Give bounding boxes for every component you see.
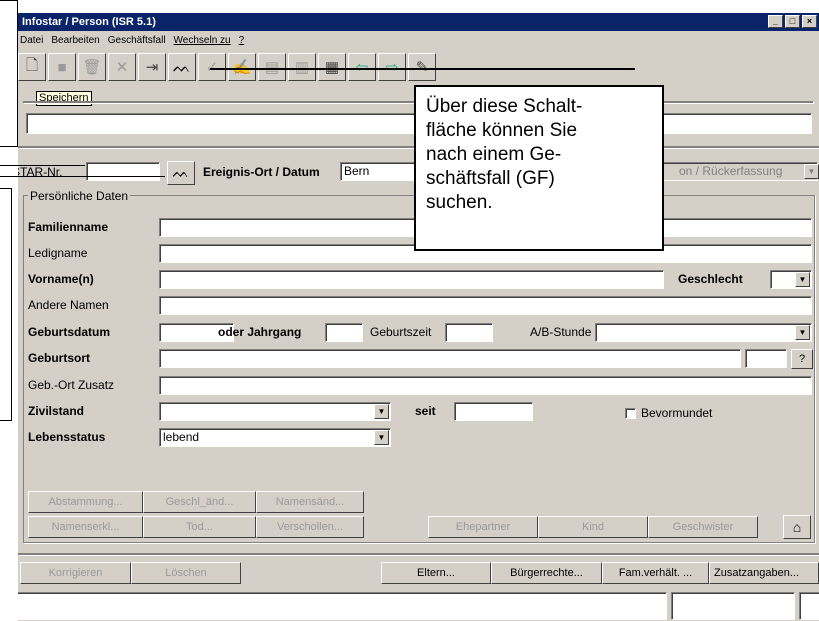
geburtsdatum-label: Geburtsdatum xyxy=(28,325,111,339)
verschollen-button[interactable]: Verschollen... xyxy=(256,516,364,538)
menu-bar: Datei Bearbeiten Geschäftsfall Wechseln … xyxy=(18,32,244,50)
maximize-button[interactable]: □ xyxy=(785,15,800,28)
checkmark-icon[interactable]: ✓ xyxy=(198,53,226,81)
geburtsort-input[interactable] xyxy=(159,349,741,368)
vorname-input[interactable] xyxy=(159,270,664,289)
callout-leader-line xyxy=(210,68,635,70)
status-bar-main xyxy=(18,592,667,620)
home-button[interactable]: ⌂ xyxy=(783,515,811,539)
callout-line-3: nach einem Ge- xyxy=(426,144,562,165)
save-icon[interactable]: ■ xyxy=(48,53,76,81)
ledigname-label: Ledigname xyxy=(28,246,88,260)
clipboard-icon[interactable]: ▥ xyxy=(288,53,316,81)
eltern-button[interactable]: Eltern... xyxy=(381,562,491,584)
left-bracket-vertical xyxy=(11,188,12,421)
tod-button[interactable]: Tod... xyxy=(143,516,256,538)
geb-ort-zusatz-label: Geb.-Ort Zusatz xyxy=(28,378,115,392)
korrigieren-button[interactable]: Korrigieren xyxy=(20,562,131,584)
menu-geschaeftsfall[interactable]: Geschäftsfall xyxy=(108,32,166,50)
tooltip: Speichern xyxy=(36,91,92,106)
erfassung-combo[interactable]: on / Rückerfassung xyxy=(638,162,818,181)
lebensstatus-select[interactable]: lebend xyxy=(159,428,391,447)
callout-line-1: Über diese Schalt- xyxy=(426,96,583,117)
binoculars-icon[interactable]: ᨓ xyxy=(168,53,196,81)
star-nr-label: STAR-Nr. xyxy=(18,165,63,179)
calculator-icon[interactable]: ▦ xyxy=(318,53,346,81)
annotation-frame-bottom xyxy=(0,146,18,147)
star-nr-input[interactable] xyxy=(86,162,160,181)
sign-icon[interactable]: ✍ xyxy=(228,53,256,81)
geb-ort-zusatz-input[interactable] xyxy=(159,376,812,395)
title-bar: Infostar / Person (ISR 5.1) _ □ × xyxy=(18,13,819,31)
abstammung-button[interactable]: Abstammung... xyxy=(28,491,143,513)
star-pointer-line-2 xyxy=(0,176,165,177)
zivilstand-select[interactable] xyxy=(159,402,391,421)
geschl-aend-button[interactable]: Geschl_änd... xyxy=(143,491,256,513)
minimize-button[interactable]: _ xyxy=(768,15,783,28)
status-bar-right xyxy=(799,592,819,620)
geburtsort-label: Geburtsort xyxy=(28,351,91,365)
search-binoculars-button[interactable]: ᨓ xyxy=(167,161,195,185)
kind-button[interactable]: Kind xyxy=(538,516,648,538)
famverhaelt-button[interactable]: Fam.verhält. ... xyxy=(602,562,709,584)
forward-arrow-icon[interactable]: ⇨ xyxy=(378,53,406,81)
back-arrow-icon[interactable]: ⇦ xyxy=(348,53,376,81)
new-document-icon[interactable]: 🗋 xyxy=(18,53,46,81)
geschlecht-dropdown-icon[interactable]: ▼ xyxy=(795,272,810,287)
lebensstatus-dropdown-icon[interactable]: ▼ xyxy=(374,430,389,445)
jahrgang-input[interactable] xyxy=(325,323,363,342)
ab-stunde-dropdown-icon[interactable]: ▼ xyxy=(795,325,810,340)
note-icon[interactable]: ✎ xyxy=(408,53,436,81)
geburtsort-lookup-button[interactable]: ? xyxy=(791,349,813,369)
andere-namen-input[interactable] xyxy=(159,296,812,315)
exit-door-icon[interactable]: ⇥ xyxy=(138,53,166,81)
namenserkl-button[interactable]: Namenserkl... xyxy=(28,516,143,538)
toolbar: 🗋 ■ 🗑 ✕ ⇥ ᨓ ✓ ✍ ▤ ▥ ▦ ⇦ ⇨ ✎ xyxy=(18,53,436,91)
cancel-icon[interactable]: ✕ xyxy=(108,53,136,81)
annotation-frame-top xyxy=(0,0,18,1)
familienname-label: Familienname xyxy=(28,220,109,234)
zusatzangaben-button[interactable]: Zusatzangaben... xyxy=(709,562,819,584)
star-pointer-line-1 xyxy=(0,165,85,166)
jahrgang-label: oder Jahrgang xyxy=(218,325,302,339)
callout-line-4: schäftsfall (GF) xyxy=(426,168,555,189)
bevormundet-label: Bevormundet xyxy=(641,406,713,420)
section-title: Persönliche Daten xyxy=(28,188,131,204)
menu-wechseln-zu[interactable]: Wechseln zu xyxy=(174,32,231,50)
seit-label: seit xyxy=(415,404,436,418)
ehepartner-button[interactable]: Ehepartner xyxy=(428,516,538,538)
ab-stunde-select[interactable] xyxy=(595,323,812,342)
window-title: Infostar / Person (ISR 5.1) xyxy=(22,16,156,28)
geburtszeit-label: Geburtszeit xyxy=(370,325,432,339)
left-bracket-bottom xyxy=(0,420,12,421)
geburtsort-code-input[interactable] xyxy=(745,349,787,368)
buergerrechte-button[interactable]: Bürgerrechte... xyxy=(491,562,602,584)
zivilstand-label: Zivilstand xyxy=(28,404,85,418)
print-icon[interactable]: ▤ xyxy=(258,53,286,81)
andere-namen-label: Andere Namen xyxy=(28,298,109,312)
vorname-label: Vorname(n) xyxy=(28,272,94,286)
seit-input[interactable] xyxy=(454,402,533,421)
menu-bearbeiten[interactable]: Bearbeiten xyxy=(51,32,99,50)
menu-help[interactable]: ? xyxy=(239,32,245,50)
menu-datei[interactable]: Datei xyxy=(20,32,43,50)
status-bar-mid xyxy=(671,592,795,620)
ereignis-label: Ereignis-Ort / Datum xyxy=(203,165,320,179)
callout-line-5: suchen. xyxy=(426,192,493,213)
callout-line-2: fläche können Sie xyxy=(426,120,578,141)
geburtszeit-input[interactable] xyxy=(445,323,493,342)
bevormundet-checkbox[interactable] xyxy=(625,408,636,419)
loeschen-button[interactable]: Löschen xyxy=(131,562,241,584)
geschlecht-label: Geschlecht xyxy=(678,272,743,286)
namensaend-button[interactable]: Namensänd... xyxy=(256,491,364,513)
bottom-divider xyxy=(18,553,819,555)
zivilstand-dropdown-icon[interactable]: ▼ xyxy=(374,404,389,419)
ab-stunde-label: A/B-Stunde xyxy=(530,325,592,339)
erfassung-dropdown-icon[interactable]: ▼ xyxy=(804,164,819,179)
close-button[interactable]: × xyxy=(802,15,817,28)
geschwister-button[interactable]: Geschwister xyxy=(648,516,758,538)
trash-icon[interactable]: 🗑 xyxy=(78,53,106,81)
lebensstatus-label: Lebensstatus xyxy=(28,430,106,444)
callout-box: Über diese Schalt- fläche können Sie nac… xyxy=(414,85,664,251)
